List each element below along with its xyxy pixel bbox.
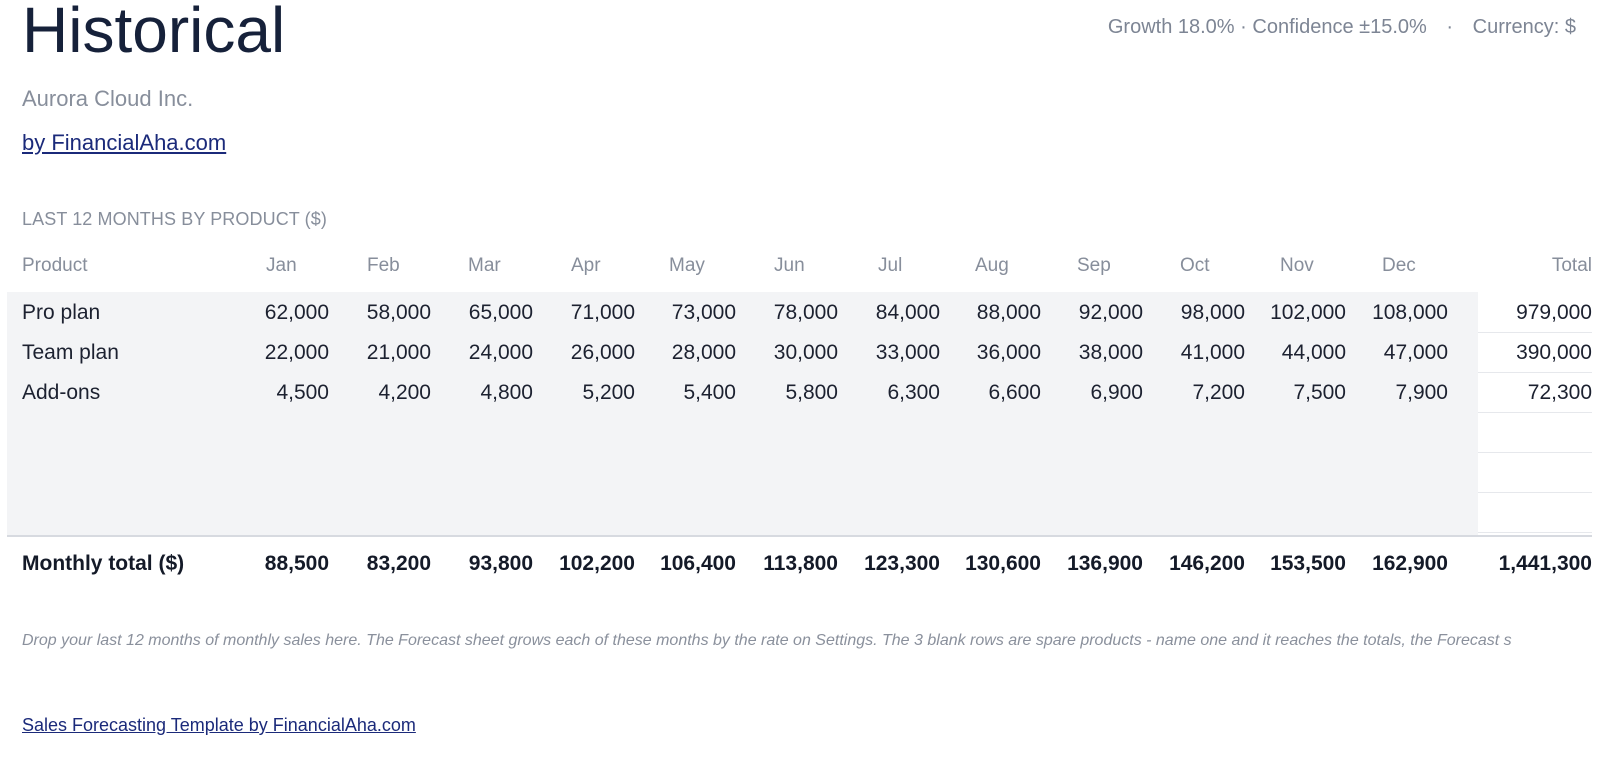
sales-cell-jan[interactable]: 22,000 [265, 341, 329, 365]
table-body: Pro plan 62,000 58,000 65,000 71,000 73,000 78… [7, 292, 1592, 535]
table-row [7, 452, 1592, 492]
company-name: Aurora Cloud Inc. [22, 86, 194, 111]
page-title: Historical [22, 0, 286, 66]
sales-cell-sep[interactable]: 38,000 [1079, 341, 1143, 365]
sales-cell-jun[interactable]: 30,000 [774, 341, 838, 365]
column-header-jun: Jun [774, 255, 805, 276]
sales-cell-may[interactable]: 73,000 [672, 301, 736, 325]
column-header-may: May [669, 255, 705, 276]
table-row: Add-ons 4,500 4,200 4,800 5,200 5,400 5,800 6,3… [7, 372, 1592, 412]
sales-cell-mar[interactable]: 24,000 [469, 341, 533, 365]
sales-cell-jul[interactable]: 6,300 [887, 381, 940, 405]
column-header-aug: Aug [975, 255, 1009, 276]
sales-cell-jun[interactable]: 5,800 [785, 381, 838, 405]
sales-cell-nov[interactable]: 102,000 [1270, 301, 1346, 325]
column-header-dec: Dec [1382, 255, 1416, 276]
sales-cell-dec[interactable]: 47,000 [1384, 341, 1448, 365]
sales-cell-jul[interactable]: 84,000 [876, 301, 940, 325]
sales-cell-apr[interactable]: 71,000 [571, 301, 635, 325]
column-header-sep: Sep [1077, 255, 1111, 276]
column-header-oct: Oct [1180, 255, 1210, 276]
column-header-nov: Nov [1280, 255, 1314, 276]
sales-cell-mar[interactable]: 4,800 [480, 381, 533, 405]
sales-cell-apr[interactable]: 26,000 [571, 341, 635, 365]
sales-cell-sep[interactable]: 6,900 [1090, 381, 1143, 405]
monthly-total-aug: 130,600 [965, 552, 1041, 575]
column-header-mar: Mar [468, 255, 501, 276]
monthly-total-may: 106,400 [660, 552, 736, 575]
product-name-cell[interactable]: Add-ons [22, 381, 100, 405]
table-row: Pro plan 62,000 58,000 65,000 71,000 73,000 78… [7, 292, 1592, 332]
monthly-total-nov: 153,500 [1270, 552, 1346, 575]
monthly-total-dec: 162,900 [1372, 552, 1448, 575]
monthly-total-apr: 102,200 [559, 552, 635, 575]
column-header-product: Product [22, 255, 88, 276]
sales-cell-jun[interactable]: 78,000 [774, 301, 838, 325]
sales-cell-feb[interactable]: 4,200 [378, 381, 431, 405]
sales-cell-nov[interactable]: 7,500 [1293, 381, 1346, 405]
product-name-cell[interactable]: Pro plan [22, 301, 100, 325]
monthly-total-jan: 88,500 [264, 552, 329, 575]
row-separator [1478, 532, 1592, 533]
table-row: Team plan 22,000 21,000 24,000 26,000 28,000 3… [7, 332, 1592, 372]
confidence-range: Confidence ±15.0% [1252, 16, 1427, 38]
monthly-total-mar: 93,800 [468, 552, 533, 575]
separator-dot: · [1446, 16, 1454, 38]
sales-cell-mar[interactable]: 65,000 [469, 301, 533, 325]
sales-cell-sep[interactable]: 92,000 [1079, 301, 1143, 325]
settings-summary: Growth 18.0% · Confidence ±15.0% · Curre… [1108, 14, 1576, 40]
monthly-total-jun: 113,800 [763, 552, 838, 575]
separator-dot: · [1240, 16, 1247, 38]
column-header-jan: Jan [266, 255, 297, 276]
sales-cell-oct[interactable]: 41,000 [1181, 341, 1245, 365]
row-total-cell: 979,000 [1516, 301, 1592, 324]
column-header-jul: Jul [878, 255, 903, 276]
column-header-apr: Apr [571, 255, 601, 276]
currency-label: Currency: $ [1472, 16, 1576, 38]
sales-cell-oct[interactable]: 7,200 [1192, 381, 1245, 405]
monthly-total-jul: 123,300 [864, 552, 940, 575]
sales-cell-apr[interactable]: 5,200 [582, 381, 635, 405]
column-header-total: Total [1551, 255, 1592, 276]
sales-cell-may[interactable]: 28,000 [672, 341, 736, 365]
column-header-feb: Feb [367, 255, 400, 276]
monthly-total-sep: 136,900 [1067, 552, 1143, 575]
sales-cell-aug[interactable]: 88,000 [977, 301, 1041, 325]
footer-link[interactable]: Sales Forecasting Template by FinancialA… [22, 714, 416, 736]
sales-cell-may[interactable]: 5,400 [683, 381, 736, 405]
sales-cell-feb[interactable]: 58,000 [367, 301, 431, 325]
byline-link[interactable]: by FinancialAha.com [22, 129, 226, 157]
sales-cell-jan[interactable]: 62,000 [265, 301, 329, 325]
monthly-total-feb: 83,200 [366, 552, 431, 575]
sales-cell-aug[interactable]: 6,600 [988, 381, 1041, 405]
sales-cell-jan[interactable]: 4,500 [276, 381, 329, 405]
row-total-cell: 72,300 [1527, 381, 1592, 404]
sales-cell-oct[interactable]: 98,000 [1181, 301, 1245, 325]
sales-cell-nov[interactable]: 44,000 [1282, 341, 1346, 365]
row-total-cell: 390,000 [1516, 341, 1592, 364]
historical-sales-table: Product Total Jan Feb Mar Apr May Jun Jul Aug Se… [7, 250, 1592, 589]
table-header-row: Product Total Jan Feb Mar Apr May Jun Jul Aug Se… [7, 250, 1592, 292]
sales-cell-feb[interactable]: 21,000 [367, 341, 431, 365]
sales-cell-jul[interactable]: 33,000 [876, 341, 940, 365]
sales-cell-dec[interactable]: 7,900 [1395, 381, 1448, 405]
sales-cell-dec[interactable]: 108,000 [1372, 301, 1448, 325]
table-row [7, 492, 1592, 532]
totals-row: Monthly total ($) 1,441,300 88,500 83,200… [7, 537, 1592, 589]
table-row [7, 412, 1592, 452]
growth-rate: Growth 18.0% [1107, 16, 1235, 38]
totals-label: Monthly total ($) [22, 552, 185, 575]
instructions-note: Drop your last 12 months of monthly sale… [22, 632, 1512, 649]
section-heading: LAST 12 MONTHS BY PRODUCT ($) [22, 209, 327, 229]
product-name-cell[interactable]: Team plan [22, 341, 119, 365]
monthly-total-oct: 146,200 [1169, 552, 1245, 575]
sales-cell-aug[interactable]: 36,000 [977, 341, 1041, 365]
grand-total: 1,441,300 [1498, 552, 1592, 575]
